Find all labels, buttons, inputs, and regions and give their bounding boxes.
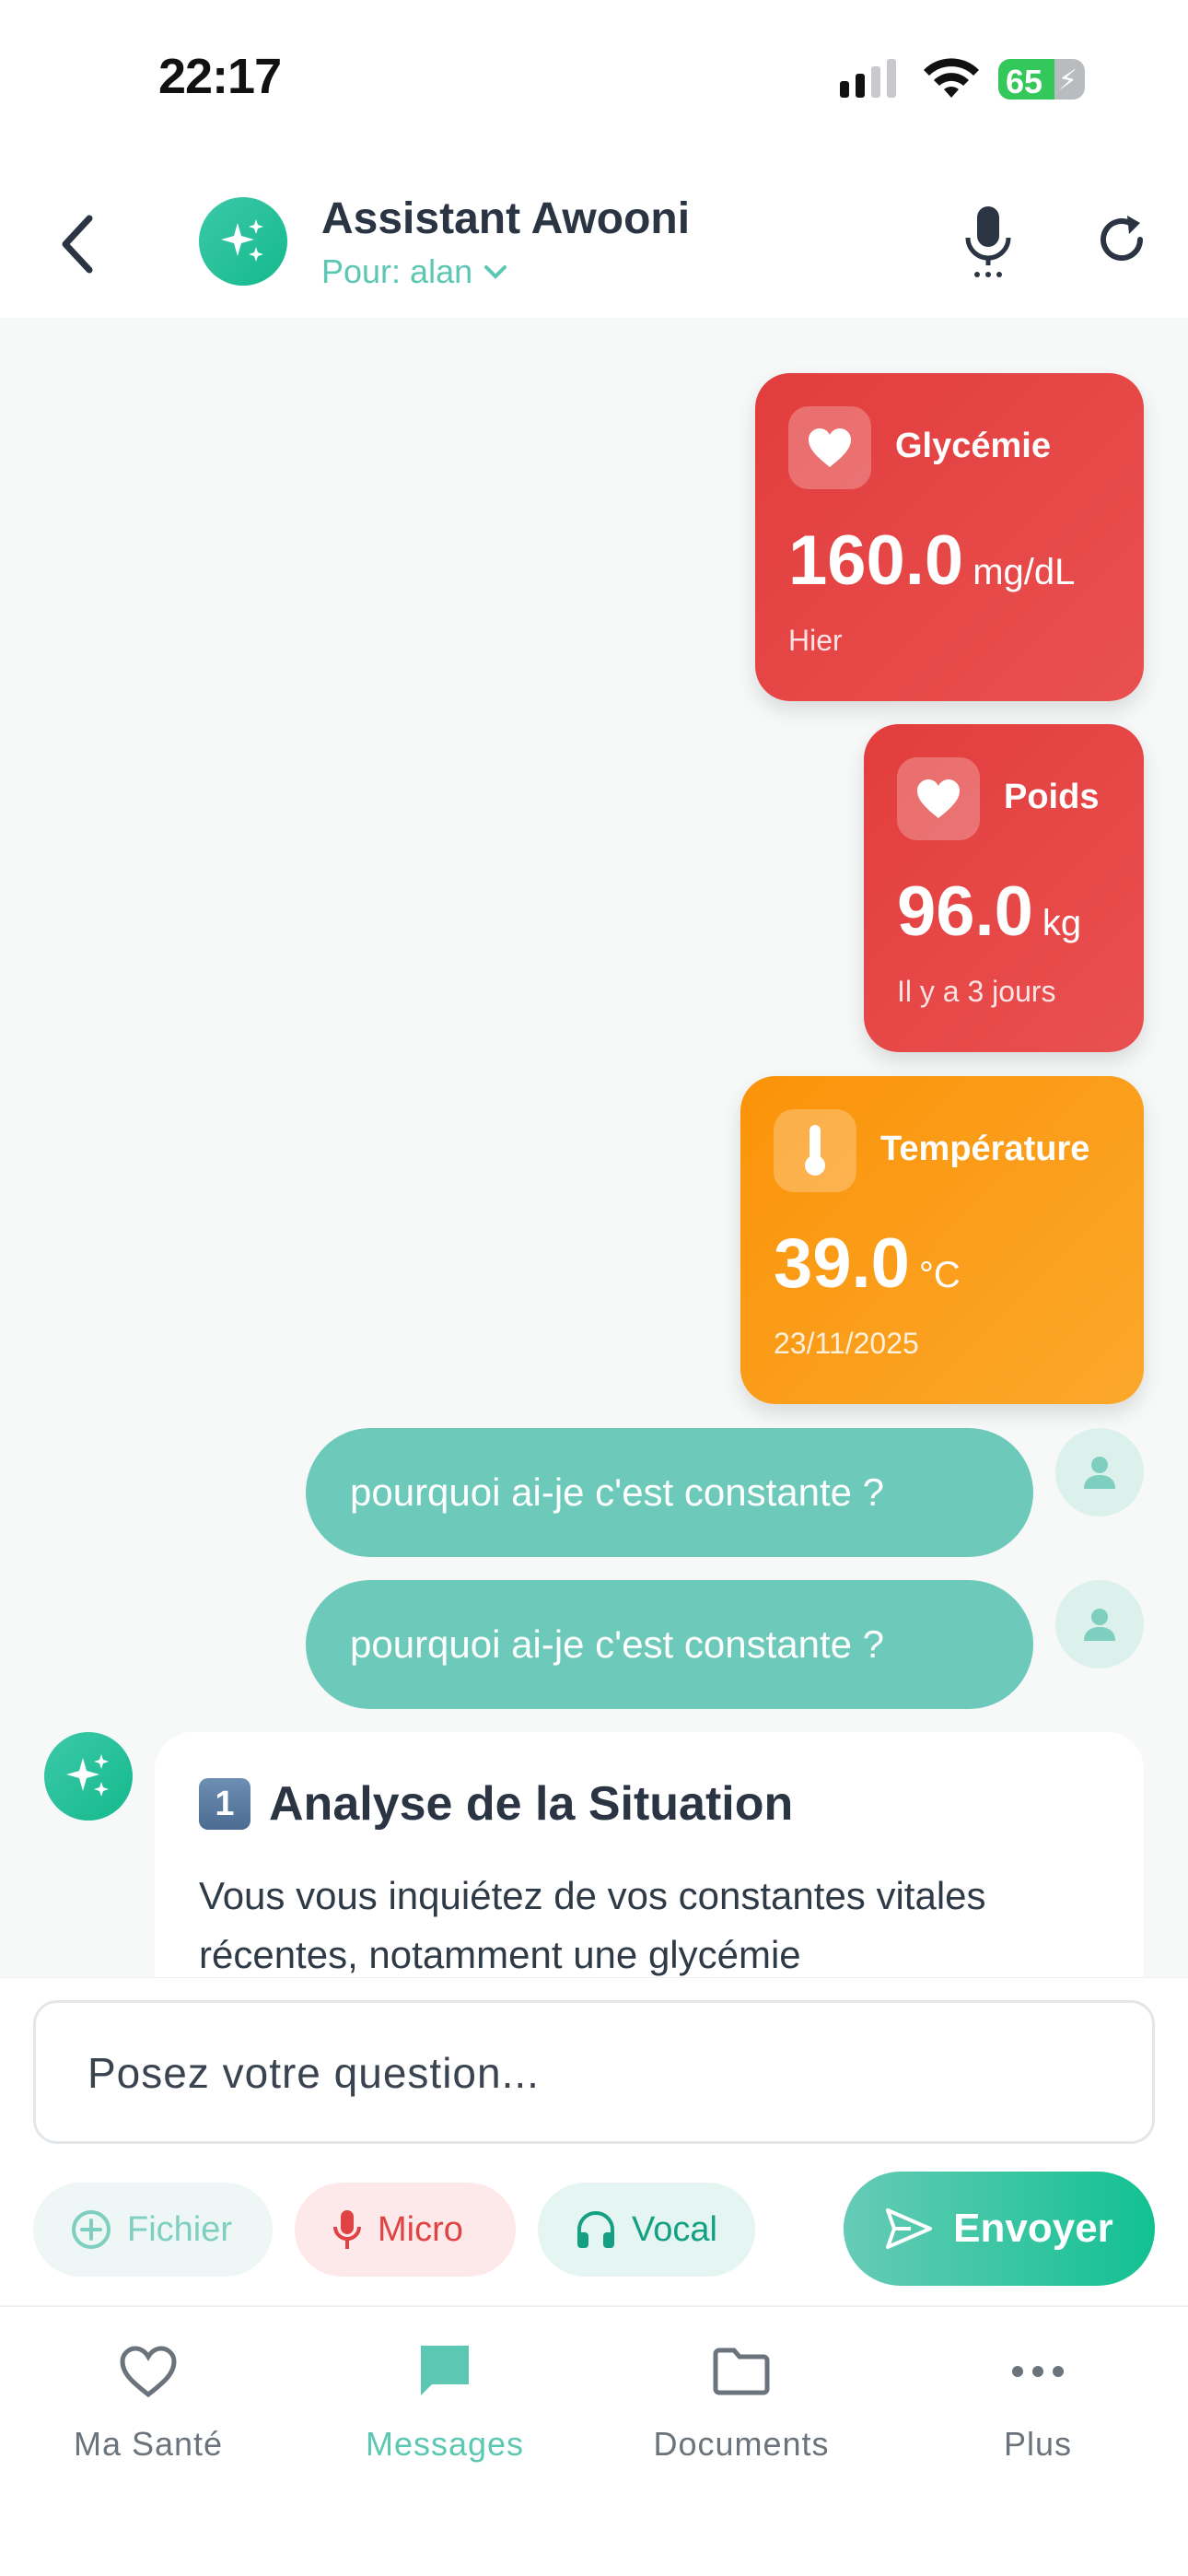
micro-button[interactable]: Micro bbox=[295, 2183, 516, 2277]
folder-icon bbox=[713, 2348, 770, 2395]
person-icon bbox=[1084, 1457, 1115, 1489]
user-message-text: pourquoi ai-je c'est constante ? bbox=[350, 1622, 885, 1666]
vital-number: 39.0 bbox=[774, 1224, 910, 1303]
heart-icon bbox=[917, 779, 960, 818]
vocal-label: Vocal bbox=[632, 2209, 717, 2249]
heart-icon bbox=[809, 428, 851, 467]
vital-card-poids[interactable]: Poids 96.0 kg Il y a 3 jours bbox=[864, 724, 1144, 1052]
thermometer-icon bbox=[805, 1125, 825, 1176]
status-time: 22:17 bbox=[158, 49, 282, 104]
nav-label: Ma Santé bbox=[73, 2425, 224, 2463]
patient-selector[interactable]: Pour: alan bbox=[321, 252, 507, 291]
vital-timestamp: Il y a 3 jours bbox=[897, 975, 1056, 1008]
vital-timestamp: Hier bbox=[788, 624, 843, 657]
ai-section-heading: 1 Analyse de la Situation bbox=[199, 1776, 793, 1832]
user-message-bubble: pourquoi ai-je c'est constante ? bbox=[306, 1428, 1033, 1557]
micro-label: Micro bbox=[378, 2209, 463, 2249]
nav-item-messages[interactable]: Messages bbox=[297, 2307, 593, 2510]
vital-unit: °C bbox=[918, 1255, 961, 1295]
nav-label: Messages bbox=[365, 2425, 525, 2463]
vital-icon-box bbox=[774, 1109, 856, 1192]
vital-label: Température bbox=[880, 1130, 1090, 1168]
back-chevron-icon[interactable] bbox=[51, 207, 106, 281]
cellular-signal-icon bbox=[840, 59, 896, 98]
refresh-icon[interactable] bbox=[1094, 212, 1149, 267]
attach-file-button[interactable]: Fichier bbox=[33, 2183, 273, 2277]
vital-icon-box bbox=[788, 406, 871, 489]
vital-value: 160.0 mg/dL bbox=[788, 521, 1075, 601]
nav-item-plus[interactable]: Plus bbox=[890, 2307, 1186, 2510]
vital-number: 160.0 bbox=[788, 521, 964, 600]
chat-header: Assistant Awooni Pour: alan bbox=[0, 157, 1188, 318]
bottom-navigation: Ma Santé Messages Documents Plus bbox=[0, 2305, 1188, 2576]
send-button[interactable]: Envoyer bbox=[844, 2172, 1155, 2286]
vital-value: 96.0 kg bbox=[897, 872, 1081, 952]
question-input-box[interactable] bbox=[33, 2000, 1155, 2144]
send-label: Envoyer bbox=[953, 2206, 1113, 2251]
more-dots-icon bbox=[1012, 2366, 1064, 2377]
user-avatar bbox=[1055, 1580, 1144, 1669]
user-message-text: pourquoi ai-je c'est constante ? bbox=[350, 1470, 885, 1514]
wifi-icon bbox=[924, 58, 979, 98]
vital-icon-box bbox=[897, 757, 980, 840]
user-message-bubble: pourquoi ai-je c'est constante ? bbox=[306, 1580, 1033, 1709]
charging-bolt-icon: ⚡ bbox=[1057, 65, 1077, 96]
vital-card-temperature[interactable]: Température 39.0 °C 23/11/2025 bbox=[740, 1076, 1144, 1404]
vocal-button[interactable]: Vocal bbox=[538, 2183, 755, 2277]
vital-label: Poids bbox=[1004, 778, 1100, 816]
vital-timestamp: 23/11/2025 bbox=[774, 1327, 919, 1360]
assistant-avatar bbox=[199, 197, 287, 286]
sparkles-icon bbox=[66, 1754, 109, 1797]
vital-card-glycemie[interactable]: Glycémie 160.0 mg/dL Hier bbox=[755, 373, 1144, 701]
user-avatar bbox=[1055, 1428, 1144, 1516]
headphones-icon bbox=[577, 2211, 614, 2248]
nav-item-documents[interactable]: Documents bbox=[593, 2307, 890, 2510]
chevron-down-icon bbox=[484, 265, 507, 279]
microphone-icon bbox=[333, 2210, 361, 2249]
patient-selector-label: Pour: alan bbox=[321, 252, 473, 290]
send-icon bbox=[886, 2208, 933, 2249]
assistant-message-card: 1 Analyse de la Situation Vous vous inqu… bbox=[155, 1732, 1144, 2008]
battery-percent: 65 bbox=[1006, 63, 1043, 100]
vital-label: Glycémie bbox=[895, 427, 1051, 465]
heart-outline-icon bbox=[120, 2346, 177, 2398]
vital-unit: mg/dL bbox=[973, 552, 1076, 592]
attach-file-label: Fichier bbox=[127, 2209, 233, 2249]
vital-value: 39.0 °C bbox=[774, 1224, 961, 1304]
microphone-icon[interactable] bbox=[958, 205, 1019, 278]
assistant-message-avatar bbox=[44, 1732, 133, 1821]
vital-unit: kg bbox=[1042, 903, 1082, 943]
plus-circle-icon bbox=[72, 2210, 111, 2249]
battery-icon: 65 ⚡ bbox=[998, 59, 1085, 100]
nav-item-ma-sante[interactable]: Ma Santé bbox=[0, 2307, 297, 2510]
question-input[interactable] bbox=[87, 2040, 1101, 2106]
keycap-number-icon: 1 bbox=[199, 1778, 250, 1830]
nav-label: Documents bbox=[653, 2425, 830, 2463]
ai-body-text: Vous vous inquiétez de vos constantes vi… bbox=[199, 1874, 986, 1976]
assistant-title: Assistant Awooni bbox=[321, 194, 691, 243]
nav-label: Plus bbox=[1003, 2425, 1073, 2463]
message-composer: Fichier Micro Vocal Envoyer bbox=[0, 1977, 1188, 2305]
sparkles-icon bbox=[221, 219, 263, 262]
ai-heading-text: Analyse de la Situation bbox=[269, 1777, 794, 1831]
status-bar: 22:17 65 ⚡ bbox=[0, 0, 1188, 157]
vital-number: 96.0 bbox=[897, 872, 1033, 951]
chat-bubble-icon bbox=[421, 2346, 469, 2395]
person-icon bbox=[1084, 1609, 1115, 1641]
